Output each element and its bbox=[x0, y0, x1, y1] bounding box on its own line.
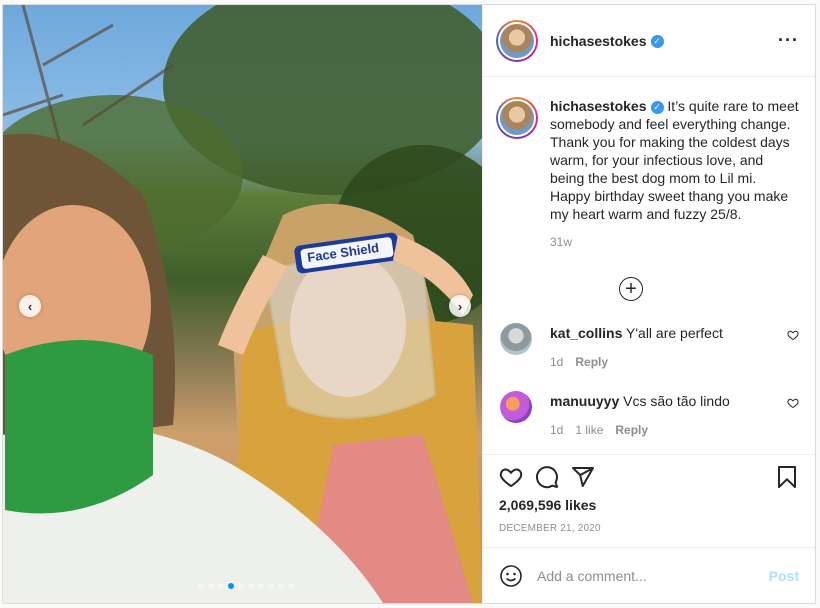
more-options-icon[interactable]: ··· bbox=[778, 30, 799, 51]
post-comment-button[interactable]: Post bbox=[769, 568, 799, 584]
caption-avatar[interactable] bbox=[496, 97, 538, 139]
bookmark-icon[interactable] bbox=[775, 465, 799, 489]
carousel-dot bbox=[218, 583, 224, 589]
carousel-dot bbox=[198, 583, 204, 589]
comment-likes[interactable]: 1 like bbox=[575, 423, 603, 437]
verified-badge-icon: ✓ bbox=[650, 100, 664, 114]
post-header: hichasestokes ✓ ··· bbox=[483, 5, 815, 77]
instagram-post: ‹ › Face Shield hichasestokes ✓ ··· hich… bbox=[2, 4, 816, 604]
like-comment-icon[interactable] bbox=[787, 329, 799, 341]
commenter-username[interactable]: kat_collins bbox=[550, 325, 622, 341]
share-icon[interactable] bbox=[571, 465, 595, 489]
comment-icon[interactable] bbox=[535, 465, 559, 489]
load-more-comments-icon[interactable]: + bbox=[619, 277, 643, 301]
like-icon[interactable] bbox=[499, 465, 523, 489]
add-comment-bar: Post bbox=[483, 547, 815, 603]
carousel-dot bbox=[248, 583, 254, 589]
carousel-dot bbox=[238, 583, 244, 589]
carousel-dot bbox=[208, 583, 214, 589]
comment-item: manuuyyy Vcs são tão lindo 1d 1 like Rep… bbox=[496, 391, 799, 437]
carousel-dot bbox=[288, 583, 294, 589]
author-username[interactable]: hichasestokes ✓ bbox=[550, 33, 664, 49]
comment-item: kat_collins Y'all are perfect 1d Reply bbox=[496, 323, 799, 369]
reply-button[interactable]: Reply bbox=[575, 355, 608, 369]
comment-text: Y'all are perfect bbox=[626, 325, 723, 341]
verified-badge-icon: ✓ bbox=[650, 35, 664, 49]
comment-time[interactable]: 1d bbox=[550, 355, 563, 369]
commenter-avatar[interactable] bbox=[500, 391, 532, 423]
previous-photo-button[interactable]: ‹ bbox=[19, 295, 41, 317]
photo-scene bbox=[3, 5, 482, 603]
comment-time[interactable]: 1d bbox=[550, 423, 563, 437]
post-date[interactable]: DECEMBER 21, 2020 bbox=[499, 523, 799, 534]
carousel-dot bbox=[258, 583, 264, 589]
like-comment-icon[interactable] bbox=[787, 397, 799, 409]
carousel-dot bbox=[278, 583, 284, 589]
caption-text: It’s quite rare to meet somebody and fee… bbox=[550, 98, 799, 222]
emoji-icon[interactable] bbox=[499, 564, 523, 588]
author-avatar[interactable] bbox=[496, 19, 538, 62]
post-caption: hichasestokes ✓ It’s quite rare to meet s… bbox=[496, 97, 799, 251]
carousel-indicator bbox=[198, 583, 294, 589]
commenter-username[interactable]: manuuyyy bbox=[550, 393, 619, 409]
likes-count[interactable]: 2,069,596 likes bbox=[499, 497, 799, 513]
post-actions: 2,069,596 likes DECEMBER 21, 2020 bbox=[483, 454, 815, 547]
comment-input[interactable] bbox=[537, 567, 769, 584]
caption-timestamp[interactable]: 31w bbox=[550, 233, 799, 251]
comment-text: Vcs são tão lindo bbox=[623, 393, 730, 409]
reply-button[interactable]: Reply bbox=[615, 423, 648, 437]
next-photo-button[interactable]: › bbox=[449, 295, 471, 317]
commenter-avatar[interactable] bbox=[500, 323, 532, 355]
carousel-dot-active bbox=[228, 583, 234, 589]
caption-username[interactable]: hichasestokes bbox=[550, 98, 647, 114]
carousel-dot bbox=[268, 583, 274, 589]
post-details-panel: hichasestokes ✓ ··· hichasestokes ✓ It’s q… bbox=[482, 5, 815, 603]
post-photo[interactable]: ‹ › Face Shield bbox=[3, 5, 482, 603]
comments-section: hichasestokes ✓ It’s quite rare to meet s… bbox=[483, 77, 815, 454]
